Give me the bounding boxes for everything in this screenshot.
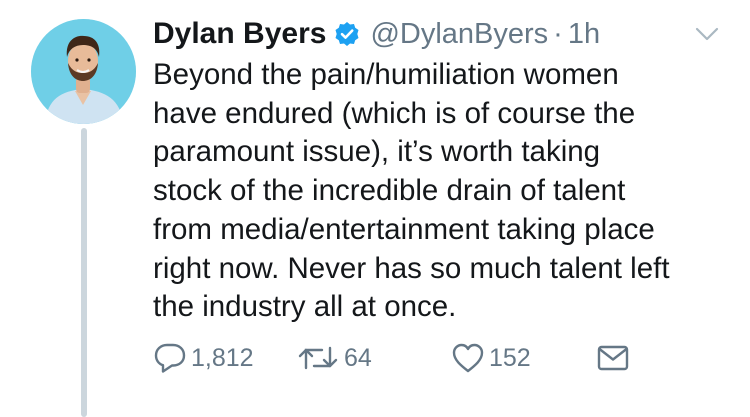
- thread-line: [81, 128, 87, 417]
- avatar-photo: [31, 19, 136, 124]
- tweet-text-line: stock of the incredible drain of talent: [153, 174, 626, 208]
- tweet-text-line: have endured (which is of course the: [153, 96, 636, 130]
- reply-count: 1,812: [191, 343, 254, 372]
- like-button[interactable]: 152: [451, 338, 531, 378]
- separator-dot: ·: [553, 17, 563, 50]
- author-name[interactable]: Dylan Byers: [153, 17, 326, 51]
- tweet-text-line: paramount issue), it’s worth taking: [153, 135, 601, 169]
- envelope-icon: [596, 342, 630, 374]
- avatar[interactable]: [31, 19, 136, 124]
- like-count: 152: [489, 343, 531, 372]
- heart-icon: [451, 342, 485, 374]
- tweet-actions: 1,812 64 152: [153, 338, 633, 378]
- tweet-card: Dylan Byers @DylanByers · 1h Beyond the …: [0, 0, 750, 417]
- tweet-text-line: from media/entertainment taking place: [153, 212, 655, 246]
- tweet-text-line: right now. Never has so much talent left: [153, 251, 670, 285]
- tweet-header: Dylan Byers @DylanByers · 1h: [153, 14, 600, 54]
- reply-button[interactable]: 1,812: [153, 338, 254, 378]
- retweet-icon: [296, 342, 340, 374]
- reply-icon: [153, 342, 187, 374]
- tweet-text-line: the industry all at once.: [153, 290, 457, 324]
- timestamp[interactable]: 1h: [568, 18, 600, 51]
- chevron-down-icon[interactable]: [694, 24, 720, 44]
- tweet-text: Beyond the pain/humiliation women have e…: [153, 56, 723, 327]
- tweet-text-line: Beyond the pain/humiliation women: [153, 58, 619, 91]
- direct-message-button[interactable]: [596, 338, 630, 378]
- retweet-button[interactable]: 64: [296, 338, 372, 378]
- verified-badge-icon: [334, 21, 360, 47]
- retweet-count: 64: [344, 343, 372, 372]
- author-handle[interactable]: @DylanByers: [370, 18, 548, 51]
